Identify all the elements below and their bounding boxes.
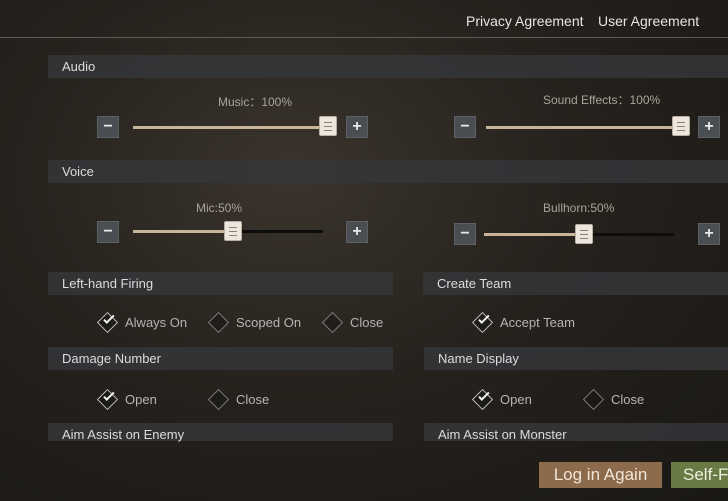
sound-effects-decrease-button[interactable]: − [454, 116, 476, 138]
sound-effects-volume-label: Sound Effects：100% [543, 93, 661, 107]
minus-icon: − [460, 118, 470, 135]
sound-effects-slider-thumb[interactable] [672, 116, 690, 136]
create-team-title: Create Team [437, 276, 512, 291]
header-divider [0, 37, 728, 38]
plus-icon: + [704, 118, 714, 135]
self-button[interactable]: Self-F [671, 462, 728, 488]
music-volume-label: Music：100% [218, 95, 293, 109]
voice-section-header: Voice [48, 160, 728, 183]
bullhorn-slider-thumb[interactable] [575, 224, 593, 244]
left-hand-firing-scoped-on-option[interactable]: Scoped On [207, 311, 302, 333]
minus-icon: − [460, 225, 470, 242]
damage-number-open-option[interactable]: Open [96, 388, 157, 410]
option-label: Scoped On [236, 314, 302, 330]
bullhorn-slider-fill [484, 233, 583, 236]
sound-effects-slider-track[interactable] [486, 126, 690, 129]
damage-number-close-option[interactable]: Close [207, 388, 270, 410]
plus-icon: + [704, 225, 714, 242]
bullhorn-volume-label: Bullhorn:50% [543, 201, 615, 215]
music-slider-track[interactable] [133, 126, 336, 129]
option-label: Open [500, 391, 532, 407]
checkbox-checked-icon [96, 311, 119, 333]
sound-effects-slider-fill [486, 126, 690, 129]
name-display-open-option[interactable]: Open [471, 388, 532, 410]
checkbox-checked-icon [96, 388, 119, 410]
create-team-header: Create Team [423, 272, 728, 295]
mic-slider-fill [133, 230, 232, 233]
aim-assist-monster-header: Aim Assist on Monster [424, 423, 728, 442]
checkbox-empty-icon [582, 388, 605, 410]
option-label: Close [236, 391, 270, 407]
mic-slider-thumb[interactable] [224, 221, 242, 241]
plus-icon: + [352, 223, 362, 240]
checkbox-empty-icon [321, 311, 344, 333]
option-label: Accept Team [500, 314, 575, 330]
minus-icon: − [103, 118, 113, 135]
checkbox-checked-icon [471, 311, 494, 333]
minus-icon: − [103, 223, 113, 240]
damage-number-header: Damage Number [48, 347, 393, 370]
option-label: Open [125, 391, 157, 407]
name-display-header: Name Display [424, 347, 728, 370]
aim-assist-enemy-title: Aim Assist on Enemy [62, 427, 185, 442]
name-display-title: Name Display [438, 351, 519, 366]
voice-section-title: Voice [62, 164, 94, 179]
music-increase-button[interactable]: + [346, 116, 368, 138]
audio-section-header: Audio [48, 55, 728, 78]
damage-number-title: Damage Number [62, 351, 161, 366]
music-slider-thumb[interactable] [319, 116, 337, 136]
mic-volume-label: Mic:50% [196, 201, 243, 215]
left-hand-firing-header: Left-hand Firing [48, 272, 393, 295]
bullhorn-decrease-button[interactable]: − [454, 223, 476, 245]
option-label: Close [350, 314, 384, 330]
music-slider-fill [133, 126, 336, 129]
checkbox-empty-icon [207, 311, 230, 333]
aim-assist-enemy-header: Aim Assist on Enemy [48, 423, 393, 442]
left-hand-firing-always-on-option[interactable]: Always On [96, 311, 188, 333]
music-decrease-button[interactable]: − [97, 116, 119, 138]
bullhorn-increase-button[interactable]: + [698, 223, 720, 245]
audio-section-title: Audio [62, 59, 96, 74]
user-agreement-link[interactable]: User Agreement [598, 13, 699, 29]
privacy-agreement-link[interactable]: Privacy Agreement [466, 13, 584, 29]
create-team-accept-team-option[interactable]: Accept Team [471, 311, 575, 333]
name-display-close-option[interactable]: Close [582, 388, 645, 410]
checkbox-empty-icon [207, 388, 230, 410]
sound-effects-increase-button[interactable]: + [698, 116, 720, 138]
checkbox-checked-icon [471, 388, 494, 410]
aim-assist-monster-title: Aim Assist on Monster [438, 427, 567, 442]
mic-increase-button[interactable]: + [346, 221, 368, 243]
mic-decrease-button[interactable]: − [97, 221, 119, 243]
left-hand-firing-close-option[interactable]: Close [321, 311, 384, 333]
left-hand-firing-title: Left-hand Firing [62, 276, 154, 291]
plus-icon: + [352, 118, 362, 135]
option-label: Always On [125, 314, 188, 330]
log-in-again-button[interactable]: Log in Again [539, 462, 662, 488]
option-label: Close [611, 391, 645, 407]
